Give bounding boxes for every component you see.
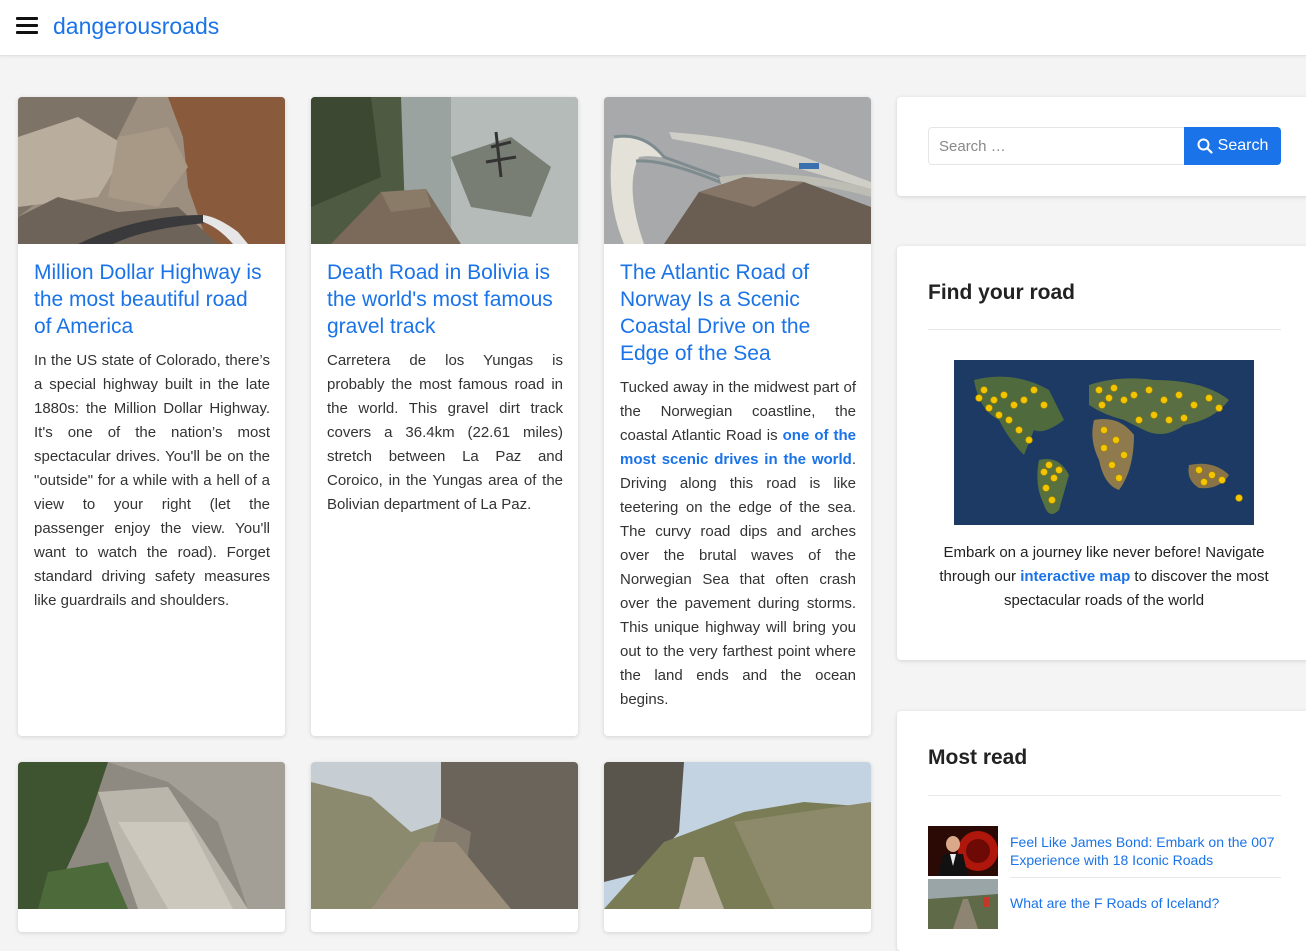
most-read-heading: Most read xyxy=(928,746,1028,769)
divider xyxy=(928,795,1281,796)
article-card-million-dollar-highway: Million Dollar Highway is the most beaut… xyxy=(18,97,285,736)
most-read-item: What are the F Roads of Iceland? xyxy=(928,879,1281,929)
divider xyxy=(928,329,1281,330)
divider xyxy=(1010,877,1281,878)
search-button[interactable]: Search xyxy=(1184,127,1281,165)
article-card-atlantic-road-norway: The Atlantic Road of Norway Is a Scenic … xyxy=(604,97,871,736)
most-read-link[interactable]: Feel Like James Bond: Embark on the 007 … xyxy=(1010,833,1285,869)
most-read-link[interactable]: What are the F Roads of Iceland? xyxy=(1010,894,1285,912)
article-title[interactable]: Million Dollar Highway is the most beaut… xyxy=(34,259,270,340)
article-excerpt: Tucked away in the midwest part of the N… xyxy=(620,379,856,708)
search-input[interactable] xyxy=(928,127,1184,165)
top-bar: dangerousroads xyxy=(0,0,1306,56)
find-your-road-heading: Find your road xyxy=(928,281,1075,304)
search-button-label: Search xyxy=(1217,137,1269,154)
article-thumbnail[interactable] xyxy=(18,97,285,244)
article-card xyxy=(18,762,285,932)
most-read-thumbnail[interactable] xyxy=(928,879,998,929)
article-card-death-road-bolivia: Death Road in Bolivia is the world's mos… xyxy=(311,97,578,736)
article-excerpt: Carretera de los Yungas is probably the … xyxy=(327,352,563,513)
most-read-widget: Most read Feel Like James Bond: Embark o… xyxy=(897,711,1306,951)
most-read-item: Feel Like James Bond: Embark on the 007 … xyxy=(928,826,1281,876)
article-thumbnail[interactable] xyxy=(311,762,578,909)
find-your-road-text: Embark on a journey like never before! N… xyxy=(939,544,1269,609)
article-thumbnail[interactable] xyxy=(604,762,871,909)
article-title[interactable]: The Atlantic Road of Norway Is a Scenic … xyxy=(620,259,856,367)
search-widget: Search xyxy=(897,97,1306,196)
most-read-thumbnail[interactable] xyxy=(928,826,998,876)
article-thumbnail[interactable] xyxy=(311,97,578,244)
find-your-road-widget: Find your road Embark on a journey like … xyxy=(897,246,1306,660)
article-excerpt: In the US state of Colorado, there’s a s… xyxy=(34,352,270,609)
article-card xyxy=(311,762,578,932)
article-title[interactable]: Death Road in Bolivia is the world's mos… xyxy=(327,259,563,340)
article-thumbnail[interactable] xyxy=(18,762,285,909)
article-thumbnail[interactable] xyxy=(604,97,871,244)
site-title-link[interactable]: dangerousroads xyxy=(53,13,219,40)
search-icon xyxy=(1197,138,1213,154)
interactive-map-link[interactable]: interactive map xyxy=(1020,568,1130,585)
hamburger-menu-icon[interactable] xyxy=(16,17,38,35)
article-card xyxy=(604,762,871,932)
world-map-image[interactable] xyxy=(954,360,1254,525)
